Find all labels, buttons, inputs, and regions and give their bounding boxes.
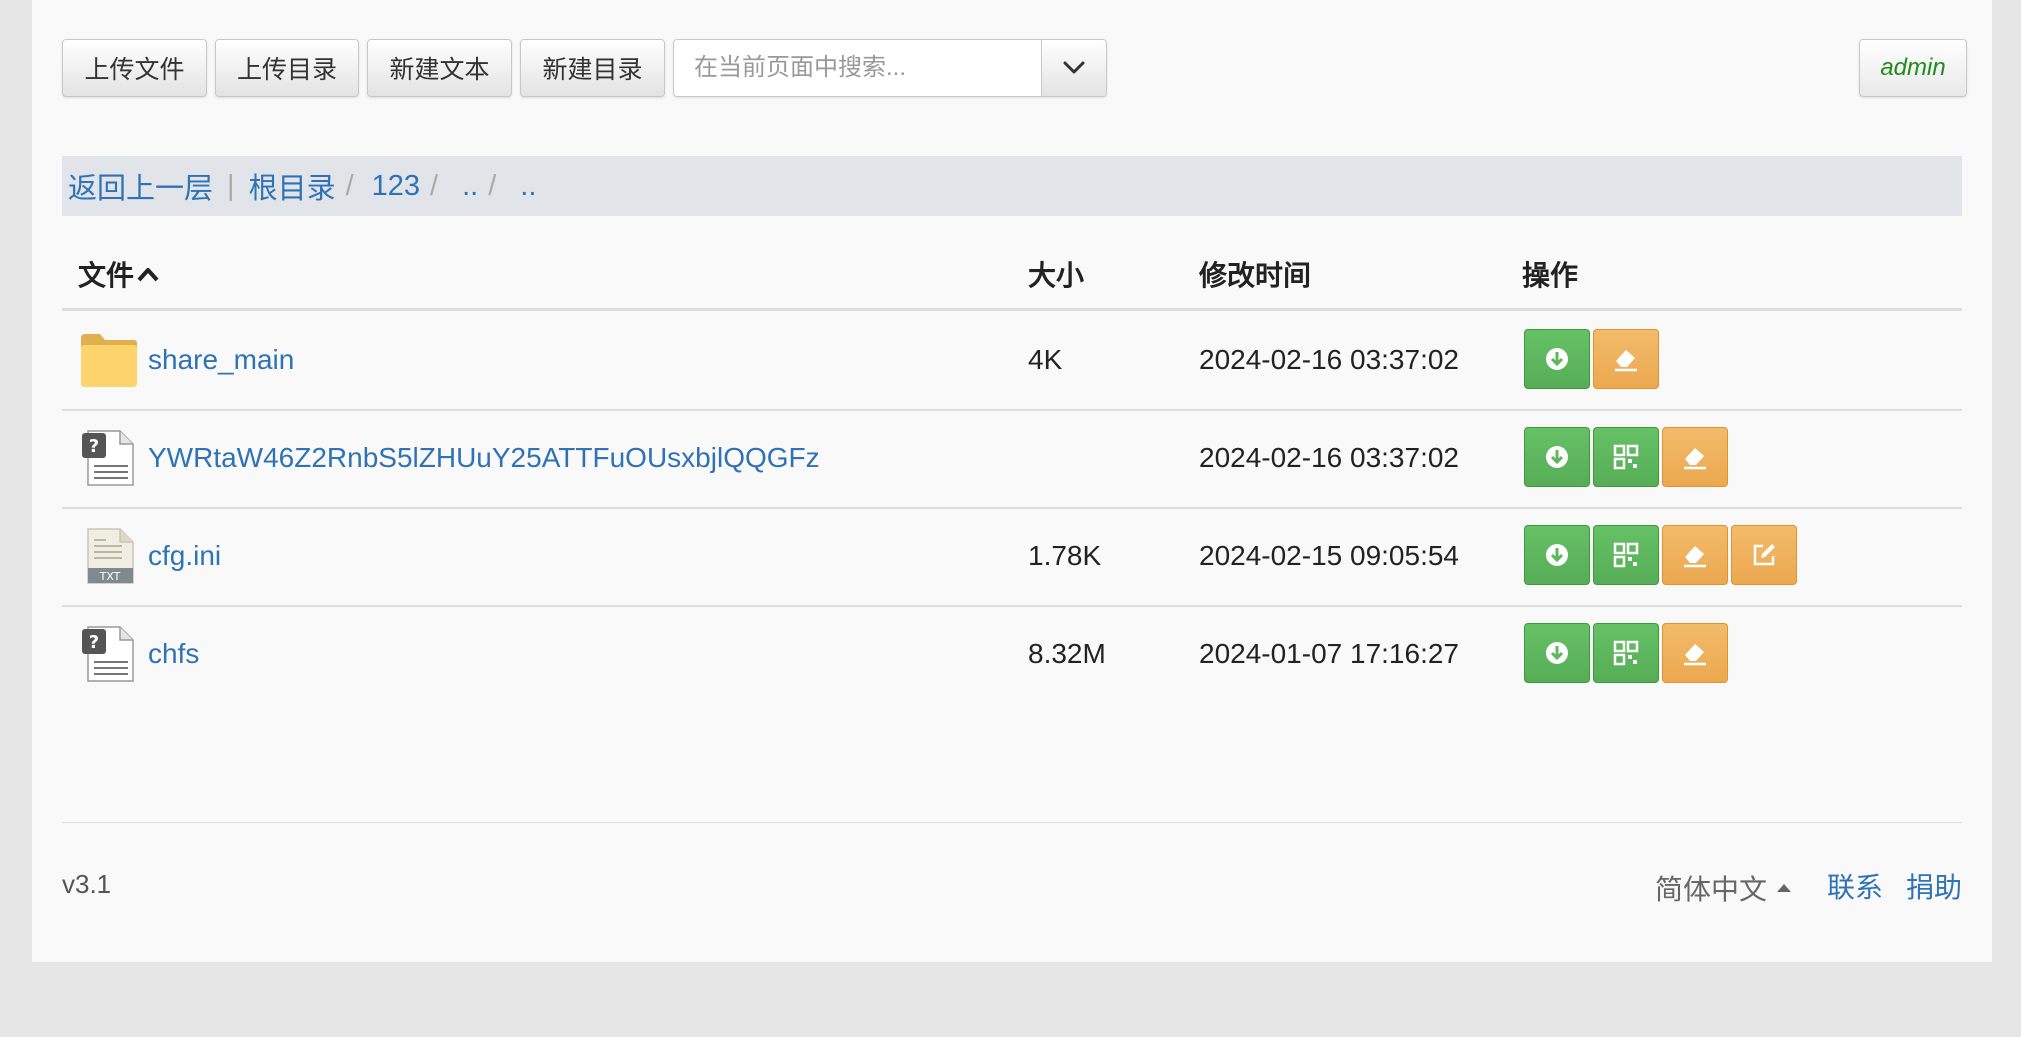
language-selector[interactable]: 简体中文 — [1655, 868, 1793, 908]
language-label: 简体中文 — [1655, 874, 1768, 905]
table-row: ? chfs 8.32M 2024-01-07 17:16:27 — [62, 605, 1962, 703]
chevron-up-icon — [137, 268, 159, 282]
file-size: 8.32M — [1028, 638, 1106, 669]
column-header-mtime[interactable]: 修改时间 — [1199, 254, 1311, 294]
file-name-link[interactable]: YWRtaW46Z2RnbS5lZHUuY25ATTFuOUsxbjlQQGFz — [148, 442, 820, 474]
column-header-size[interactable]: 大小 — [1028, 254, 1084, 294]
file-name-link[interactable]: chfs — [148, 638, 199, 670]
new-directory-button[interactable]: 新建目录 — [520, 39, 665, 97]
delete-button[interactable] — [1662, 623, 1728, 683]
root-link[interactable]: 根目录 — [249, 165, 336, 207]
breadcrumb-item[interactable]: 123 — [372, 170, 420, 203]
txt-file-icon: TXT — [87, 528, 134, 584]
version-label: v3.1 — [62, 869, 112, 899]
edit-button[interactable] — [1731, 525, 1797, 585]
breadcrumb-item[interactable]: .. — [520, 170, 536, 203]
file-size: 4K — [1028, 344, 1063, 375]
column-header-ops: 操作 — [1522, 260, 1579, 291]
qrcode-icon — [1613, 640, 1639, 666]
download-icon — [1546, 446, 1568, 468]
svg-text:TXT: TXT — [99, 570, 121, 583]
file-mtime: 2024-01-07 17:16:27 — [1199, 638, 1459, 669]
file-mtime: 2024-02-16 03:37:02 — [1199, 442, 1459, 473]
new-text-button[interactable]: 新建文本 — [367, 39, 512, 97]
delete-button[interactable] — [1662, 427, 1728, 487]
file-name-link[interactable]: share_main — [148, 344, 294, 376]
download-button[interactable] — [1524, 329, 1590, 389]
breadcrumb-item[interactable]: .. — [462, 170, 478, 203]
donate-link[interactable]: 捐助 — [1906, 866, 1962, 906]
file-size: 1.78K — [1028, 540, 1102, 571]
erase-icon — [1684, 546, 1706, 568]
upload-file-button[interactable]: 上传文件 — [62, 39, 207, 97]
svg-text:?: ? — [89, 436, 99, 457]
search-input[interactable] — [674, 40, 1041, 96]
download-icon — [1546, 544, 1568, 566]
search-box — [673, 39, 1107, 97]
download-button[interactable] — [1524, 623, 1590, 683]
breadcrumb-separator: / — [345, 169, 354, 202]
folder-icon — [81, 334, 137, 387]
qrcode-icon — [1613, 444, 1639, 470]
contact-link[interactable]: 联系 — [1827, 866, 1883, 906]
download-button[interactable] — [1524, 427, 1590, 487]
user-button[interactable]: admin — [1859, 39, 1967, 97]
chevron-down-icon — [1063, 61, 1085, 74]
file-mtime: 2024-02-15 09:05:54 — [1199, 540, 1459, 571]
erase-icon — [1615, 350, 1637, 372]
table-row: share_main 4K 2024-02-16 03:37:02 — [62, 311, 1962, 409]
qrcode-icon — [1613, 542, 1639, 568]
svg-text:?: ? — [89, 632, 99, 653]
column-header-file-label: 文件 — [78, 260, 135, 291]
breadcrumb-separator: / — [488, 169, 497, 202]
column-header-file[interactable]: 文件 — [78, 254, 160, 294]
back-link[interactable]: 返回上一层 — [68, 165, 213, 207]
breadcrumb-separator: / — [430, 169, 439, 202]
unknown-file-icon: ? — [82, 626, 134, 682]
download-icon — [1546, 348, 1568, 370]
erase-icon — [1684, 448, 1706, 470]
table-row: TXT cfg.ini 1.78K 2024-02-15 09:05:54 — [62, 507, 1962, 605]
unknown-file-icon: ? — [82, 430, 134, 486]
delete-button[interactable] — [1593, 329, 1659, 389]
edit-icon — [1753, 544, 1775, 566]
qrcode-button[interactable] — [1593, 623, 1659, 683]
file-mtime: 2024-02-16 03:37:02 — [1199, 344, 1459, 375]
download-icon — [1546, 642, 1568, 664]
qrcode-button[interactable] — [1593, 427, 1659, 487]
file-name-link[interactable]: cfg.ini — [148, 540, 221, 572]
upload-directory-button[interactable]: 上传目录 — [215, 39, 359, 97]
footer-divider — [62, 822, 1962, 823]
delete-button[interactable] — [1662, 525, 1728, 585]
erase-icon — [1684, 644, 1706, 666]
caret-up-icon — [1777, 884, 1792, 892]
breadcrumb-divider: | — [227, 169, 235, 202]
download-button[interactable] — [1524, 525, 1590, 585]
breadcrumb: 返回上一层 | 根目录 / 123 / .. / .. — [62, 156, 1962, 216]
qrcode-button[interactable] — [1593, 525, 1659, 585]
table-row: ? YWRtaW46Z2RnbS5lZHUuY25ATTFuOUsxbjlQQG… — [62, 409, 1962, 507]
search-dropdown-button[interactable] — [1041, 40, 1106, 96]
